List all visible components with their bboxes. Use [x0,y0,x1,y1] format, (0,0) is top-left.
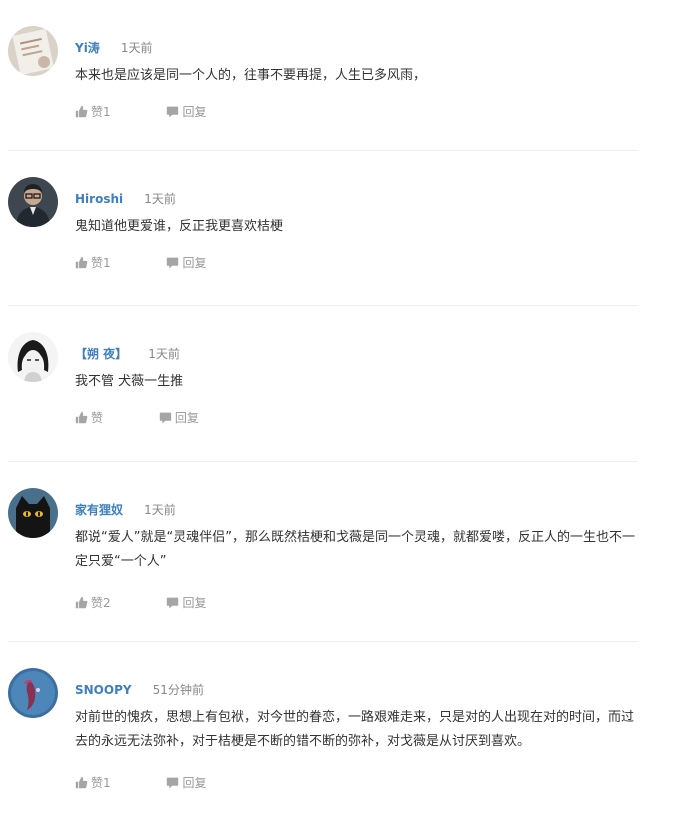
username[interactable]: SNOOPY [75,683,132,697]
speech-bubble-icon [167,777,179,789]
comment-meta: Yi涛 1天前 [75,37,153,55]
username[interactable]: Hiroshi [75,192,123,206]
comment-text: 我不管 犬薇一生推 [75,374,184,389]
comment-text: 都说“爱人”就是“灵魂伴侣”，那么既然桔梗和戈薇是同一个灵魂，就都爱喽，反正人的… [75,530,635,569]
like-label: 赞1 [91,105,111,119]
reply-label: 回复 [182,105,207,119]
username[interactable]: 【朔 夜】 [75,347,127,361]
comment-text: 鬼知道他更爱谁，反正我更喜欢桔梗 [75,219,284,234]
like-button[interactable]: 赞1 [75,254,111,271]
comment-actions: 赞1 回复 [75,774,206,790]
reply-label: 回复 [182,256,207,270]
comment-text: 对前世的愧疚，思想上有包袱，对今世的眷恋，一路艰难走来，只是对的人出现在对的时间… [75,710,635,749]
comment-actions: 赞2 回复 [75,594,206,610]
comment-item: 家有狸奴 1天前 都说“爱人”就是“灵魂伴侣”，那么既然桔梗和戈薇是同一个灵魂，… [8,462,638,642]
like-button[interactable]: 赞1 [75,774,111,791]
reply-button[interactable]: 回复 [166,103,206,120]
comment-time: 1天前 [144,503,176,517]
man-with-glasses-avatar [8,177,58,227]
comment-list: Yi涛 1天前 本来也是应该是同一个人的，往事不要再提，人生已多风雨， 赞1 回… [8,0,638,818]
speech-bubble-icon [159,412,172,424]
photo-of-paper-avatar [8,26,58,76]
comment-item: 【朔 夜】 1天前 我不管 犬薇一生推 赞 回复 [8,306,638,462]
speech-bubble-icon [167,106,179,118]
comment-actions: 赞 回复 [75,409,199,425]
comment-time: 51分钟前 [152,683,204,697]
thumbs-up-icon [75,411,88,424]
underwater-creature-avatar [8,668,58,718]
like-label: 赞 [91,411,104,425]
like-button[interactable]: 赞2 [75,594,111,611]
reply-button[interactable]: 回复 [166,594,206,611]
like-button[interactable]: 赞1 [75,103,111,120]
reply-label: 回复 [182,776,207,790]
comment-actions: 赞1 回复 [75,254,206,270]
reply-label: 回复 [174,411,199,425]
comment-time: 1天前 [120,41,153,55]
comment-meta: 【朔 夜】 1天前 [75,343,180,361]
avatar[interactable] [8,488,58,538]
comment-item: Yi涛 1天前 本来也是应该是同一个人的，往事不要再提，人生已多风雨， 赞1 回… [8,0,638,151]
black-cat-avatar [8,488,58,538]
comment-actions: 赞1 回复 [75,103,206,119]
like-button[interactable]: 赞 [75,409,103,426]
thumbs-up-icon [75,596,88,609]
comment-time: 1天前 [148,347,180,361]
like-label: 赞2 [91,596,111,610]
comment-item: Hiroshi 1天前 鬼知道他更爱谁，反正我更喜欢桔梗 赞1 回复 [8,151,638,306]
username[interactable]: Yi涛 [75,41,100,55]
comment-time: 1天前 [144,192,176,206]
comment-meta: 家有狸奴 1天前 [75,499,176,517]
speech-bubble-icon [167,257,179,269]
reply-button[interactable]: 回复 [166,774,206,791]
avatar[interactable] [8,668,58,718]
comment-meta: SNOOPY 51分钟前 [75,679,204,697]
anime-girl-sketch-avatar [8,332,58,382]
username[interactable]: 家有狸奴 [75,503,123,517]
reply-button[interactable]: 回复 [166,254,206,271]
comment-text: 本来也是应该是同一个人的，往事不要再提，人生已多风雨， [75,68,427,83]
like-label: 赞1 [91,256,111,270]
avatar[interactable] [8,26,58,76]
avatar[interactable] [8,177,58,227]
comment-meta: Hiroshi 1天前 [75,188,176,206]
avatar[interactable] [8,332,58,382]
reply-label: 回复 [182,596,207,610]
like-label: 赞1 [91,776,111,790]
thumbs-up-icon [75,256,88,269]
thumbs-up-icon [75,776,88,789]
thumbs-up-icon [75,105,88,118]
speech-bubble-icon [167,597,179,609]
reply-button[interactable]: 回复 [159,409,199,426]
comment-item: SNOOPY 51分钟前 对前世的愧疚，思想上有包袱，对今世的眷恋，一路艰难走来… [8,642,638,818]
